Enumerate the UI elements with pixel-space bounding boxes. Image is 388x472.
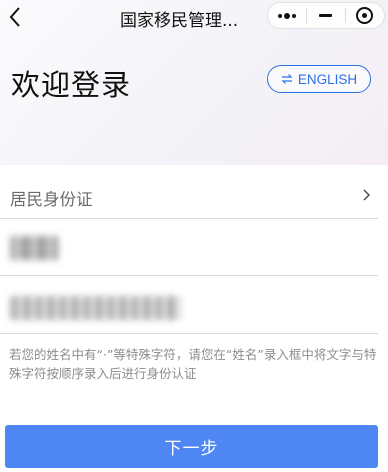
minus-icon — [319, 14, 333, 17]
back-button[interactable] — [2, 4, 28, 30]
language-switch-button[interactable]: ENGLISH — [267, 65, 371, 93]
id-type-selector[interactable]: 居民身份证 — [0, 167, 378, 219]
target-close-icon — [356, 7, 374, 24]
swap-arrows-icon — [281, 74, 293, 84]
back-arrow-icon — [9, 7, 20, 27]
id-number-value-obscured — [10, 296, 180, 320]
name-value-obscured — [10, 236, 58, 260]
mini-program-capsule — [267, 2, 385, 29]
more-dots-icon — [278, 12, 296, 19]
more-button[interactable] — [268, 3, 306, 28]
chevron-right-icon — [363, 189, 370, 201]
welcome-heading: 欢迎登录 — [11, 68, 132, 102]
next-step-button[interactable]: 下一步 — [5, 425, 378, 468]
special-character-hint: 若您的姓名中有“·”等特殊字符，请您在“姓名”录入框中将文字与特殊字符按顺序录入… — [9, 347, 377, 381]
page-title: 国家移民管理... — [120, 11, 239, 31]
language-button-label: ENGLISH — [297, 71, 358, 87]
id-type-label: 居民身份证 — [10, 190, 93, 209]
title-bar: 国家移民管理... — [0, 0, 388, 36]
close-button[interactable] — [346, 3, 384, 28]
minimize-button[interactable] — [307, 3, 345, 28]
